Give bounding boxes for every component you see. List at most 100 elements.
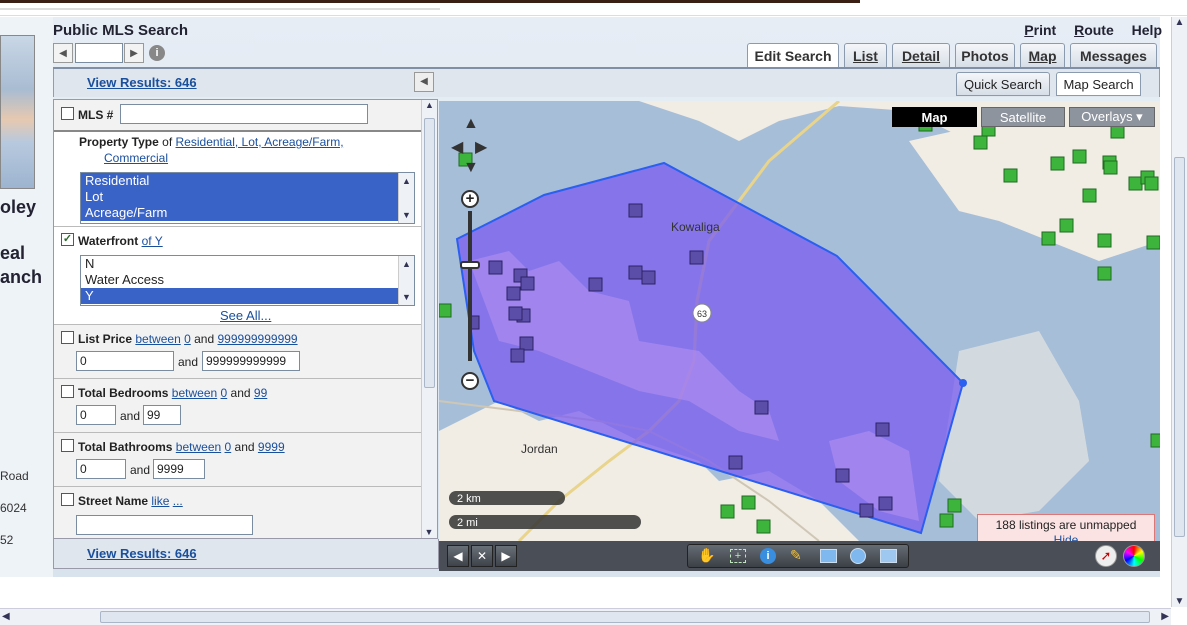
scale-label-km: 2 km	[457, 493, 481, 505]
listing-marker	[1097, 233, 1112, 248]
page-vertical-scrollbar[interactable]: ▲ ▼	[1171, 17, 1187, 607]
agent-phone: 52	[0, 533, 14, 547]
tab-messages[interactable]: Messages	[1070, 43, 1157, 67]
subtab-map-search[interactable]: Map Search	[1056, 72, 1141, 96]
hand-icon[interactable]: ✋	[698, 547, 715, 564]
agent-zip: 6024	[0, 501, 27, 515]
listing-marker	[835, 468, 850, 483]
route-link[interactable]: Route	[1074, 22, 1114, 38]
map-type-map-button[interactable]: Map	[892, 107, 977, 127]
listing-marker	[720, 504, 735, 519]
collapse-panel-button[interactable]: ◀	[414, 72, 434, 92]
zoom-in-icon[interactable]: +	[461, 190, 479, 208]
zoom-slider-track[interactable]	[468, 211, 472, 361]
list-price-min-input[interactable]: 0	[76, 351, 174, 371]
listing-marker	[973, 135, 988, 150]
info-icon[interactable]: i	[760, 548, 776, 564]
zoom-out-icon[interactable]: −	[461, 372, 479, 390]
scale-bar-mi	[449, 515, 641, 529]
listbox-option[interactable]: N	[81, 256, 414, 272]
agent-company-line1: eal	[0, 243, 26, 263]
listing-marker	[1050, 156, 1065, 171]
listbox-option[interactable]: Acreage/Farm	[81, 205, 414, 221]
place-label-jordan: Jordan	[521, 442, 558, 456]
listbox-option[interactable]: Lot	[81, 189, 414, 205]
bathrooms-checkbox[interactable]	[61, 439, 74, 452]
help-link[interactable]: Help	[1132, 22, 1162, 38]
print-link[interactable]: Print	[1024, 22, 1056, 38]
tab-list[interactable]: List	[844, 43, 887, 67]
subtab-quick-search[interactable]: Quick Search	[956, 72, 1050, 96]
listing-marker	[1041, 231, 1056, 246]
map-overlays-button[interactable]: Overlays ▾	[1069, 107, 1155, 127]
street-name-checkbox[interactable]	[61, 493, 74, 506]
bedrooms-min-input[interactable]: 0	[76, 405, 116, 425]
property-type-label: Property Type of Residential, Lot, Acrea…	[79, 135, 344, 149]
listbox-scrollbar[interactable]: ▲ ▼	[398, 256, 414, 305]
street-name-input[interactable]	[76, 515, 253, 535]
pan-right-icon[interactable]: ▶	[475, 137, 487, 157]
agent-panel: oley eal anch Road 6024 52	[0, 17, 53, 577]
list-price-max-input[interactable]: 999999999999	[202, 351, 300, 371]
form-scrollbar[interactable]: ▲ ▼	[421, 100, 437, 538]
mls-label: MLS #	[78, 108, 114, 122]
property-type-value-link[interactable]: Residential, Lot, Acreage/Farm,	[176, 135, 344, 149]
map-svg: 63 Kowaliga Jordan 2 km 2 mi	[439, 101, 1160, 541]
zoom-slider-handle[interactable]	[460, 261, 480, 269]
page-horizontal-scrollbar[interactable]: ◀ ▶	[0, 608, 1171, 625]
folder-icon[interactable]	[880, 549, 897, 563]
waterfront-of-link[interactable]: of Y	[142, 234, 163, 248]
mls-checkbox[interactable]	[61, 107, 74, 120]
listbox-scrollbar[interactable]: ▲ ▼	[398, 173, 414, 223]
tab-map[interactable]: Map	[1020, 43, 1065, 67]
waterfront-listbox[interactable]: N Water Access Y ▲ ▼	[80, 255, 415, 306]
scale-label-mi: 2 mi	[457, 517, 478, 529]
pan-up-icon[interactable]: ▲	[463, 115, 479, 133]
pager-input[interactable]	[75, 43, 123, 63]
bedrooms-max-input[interactable]: 99	[143, 405, 181, 425]
property-type-value-link-2[interactable]: Commercial	[104, 151, 168, 165]
list-price-checkbox[interactable]	[61, 331, 74, 344]
agent-name: oley	[0, 197, 37, 217]
view-results-link-bottom[interactable]: View Results: 646	[87, 546, 197, 561]
tab-detail[interactable]: Detail	[892, 43, 950, 67]
bathrooms-max-input[interactable]: 9999	[153, 459, 205, 479]
waterfront-label: Waterfront of Y	[78, 234, 163, 248]
pan-down-icon[interactable]: ▼	[463, 159, 479, 177]
mls-input[interactable]	[120, 104, 368, 124]
bathrooms-section: Total Bathrooms between 0 and 9999 0 and…	[54, 432, 437, 486]
bedrooms-checkbox[interactable]	[61, 385, 74, 398]
main-panel: Public MLS Search Print Route Help ◀ ▶ i…	[53, 17, 1162, 577]
waterfront-checkbox[interactable]: ✓	[61, 233, 74, 246]
next-icon[interactable]: ▶	[495, 545, 517, 567]
zoom-box-icon[interactable]: +	[730, 549, 746, 563]
prev-icon[interactable]: ◀	[447, 545, 469, 567]
info-icon[interactable]: i	[149, 45, 165, 61]
listing-marker	[506, 286, 521, 301]
map-type-satellite-button[interactable]: Satellite	[981, 107, 1065, 127]
listbox-option[interactable]: Residential	[81, 173, 414, 189]
agent-company-line2: anch	[0, 267, 43, 287]
tab-edit-search[interactable]: Edit Search	[747, 43, 839, 68]
listing-marker	[1003, 168, 1018, 183]
fullscreen-icon[interactable]: ✕	[471, 545, 493, 567]
view-results-link-top[interactable]: View Results: 646	[87, 75, 197, 90]
listbox-option[interactable]: Water Access	[81, 272, 414, 288]
compass-icon[interactable]: ➚	[1095, 545, 1117, 567]
tab-photos[interactable]: Photos	[955, 43, 1015, 67]
circle-icon[interactable]	[850, 548, 866, 564]
see-all-link[interactable]: See All...	[220, 308, 271, 323]
color-wheel-icon[interactable]	[1123, 545, 1145, 567]
pan-left-icon[interactable]: ◀	[451, 137, 463, 157]
map-canvas[interactable]: 63 Kowaliga Jordan 2 km 2 mi ▲ ◀ ▶ ▼ + −…	[439, 101, 1160, 541]
listing-marker	[439, 303, 452, 318]
bathrooms-min-input[interactable]: 0	[76, 459, 126, 479]
pan-control[interactable]: ▲ ◀ ▶ ▼	[451, 115, 489, 177]
search-form: MLS # Property Type of Residential, Lot,…	[53, 99, 438, 539]
pager-next-button[interactable]: ▶	[124, 43, 144, 63]
lasso-icon[interactable]: ✎	[790, 547, 802, 564]
rectangle-icon[interactable]	[820, 549, 837, 563]
pager-prev-button[interactable]: ◀	[53, 43, 73, 63]
listbox-option[interactable]: Y	[81, 288, 414, 304]
property-type-listbox[interactable]: Residential Lot Acreage/Farm ▲ ▼	[80, 172, 415, 224]
